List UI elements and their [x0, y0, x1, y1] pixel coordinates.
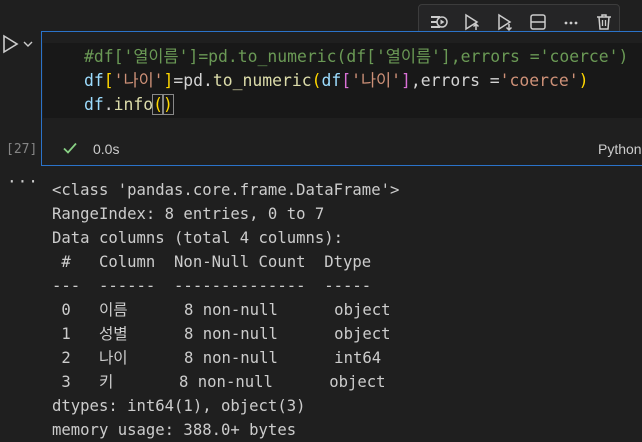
execution-time: 0.0s — [93, 141, 120, 157]
kernel-language-label[interactable]: Python — [598, 141, 642, 157]
run-cell-button[interactable] — [0, 32, 40, 56]
output-line: <class 'pandas.core.frame.DataFrame'> — [52, 181, 400, 199]
output-line: 1 성별 8 non-null object — [52, 325, 391, 343]
output-line: 0 이름 8 non-null object — [52, 301, 391, 319]
output-line: RangeIndex: 8 entries, 0 to 7 — [52, 205, 325, 223]
output-line: Data columns (total 4 columns): — [52, 229, 344, 247]
execution-count: [27] — [6, 142, 38, 157]
output-line: --- ------ -------------- ----- — [52, 277, 381, 295]
chevron-down-icon[interactable] — [22, 38, 34, 50]
output-line: dtypes: int64(1), object(3) — [52, 397, 306, 415]
output-line: 2 나이 8 non-null int64 — [52, 349, 391, 367]
code-line-2: df['나이']=pd.to_numeric(df['나이'],errors =… — [84, 71, 589, 90]
output-line: # Column Non-Null Count Dtype — [52, 253, 381, 271]
success-check-icon — [61, 139, 79, 161]
output-more-icon[interactable]: ··· — [7, 172, 39, 191]
output-line: 3 키 8 non-null object — [52, 373, 386, 391]
code-line-3: df.info() — [84, 94, 174, 115]
output-line: memory usage: 388.0+ bytes — [52, 421, 297, 439]
cell-output: <class 'pandas.core.frame.DataFrame'> Ra… — [52, 178, 399, 442]
play-icon — [3, 34, 19, 54]
code-line-1: #df['열이름']=pd.to_numeric(df['열이름'],error… — [84, 47, 629, 66]
code-block[interactable]: #df['열이름']=pd.to_numeric(df['열이름'],error… — [84, 45, 628, 117]
